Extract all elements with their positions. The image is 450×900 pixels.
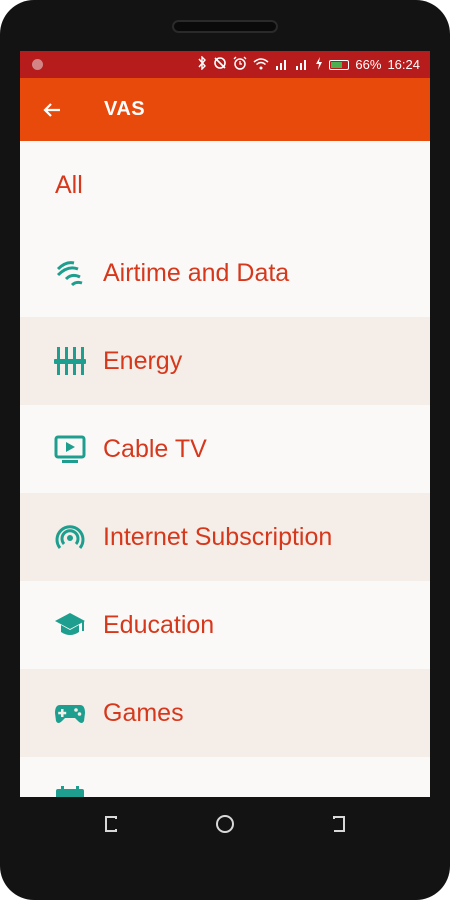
bluetooth-icon — [197, 55, 207, 74]
alarm-icon — [233, 56, 247, 74]
list-item-label: Games — [103, 699, 184, 727]
list-item-cable-tv[interactable]: Cable TV — [20, 405, 430, 493]
list-item-label: Cable TV — [103, 435, 207, 463]
list-item-label: All — [55, 171, 83, 199]
list-item-education[interactable]: Education — [20, 581, 430, 669]
home-button-icon[interactable] — [214, 813, 236, 835]
list-item-airtime-and-data[interactable]: Airtime and Data — [20, 229, 430, 317]
back-button-icon[interactable] — [327, 813, 349, 835]
list-item-energy[interactable]: Energy — [20, 317, 430, 405]
list-item-label: Airtime and Data — [103, 259, 290, 287]
tv-play-icon — [54, 433, 86, 465]
phone-frame: 66% 16:24 VAS All Airtime and Data Energ… — [0, 0, 450, 900]
category-list: All Airtime and Data Energy Cable TV Int… — [20, 141, 430, 797]
list-item-internet-subscription[interactable]: Internet Subscription — [20, 493, 430, 581]
notification-dot-icon — [32, 59, 43, 70]
status-bar: 66% 16:24 — [20, 51, 430, 78]
broadcast-icon — [54, 521, 86, 553]
list-item-games[interactable]: Games — [20, 669, 430, 757]
list-item-partial[interactable] — [20, 757, 430, 797]
arrow-left-icon[interactable] — [40, 98, 64, 122]
charging-icon — [315, 56, 323, 74]
battery-icon — [329, 60, 350, 70]
navigation-bar — [0, 797, 450, 900]
signal-waves-icon — [54, 257, 86, 289]
page-title: VAS — [104, 98, 146, 120]
signal-icon — [295, 57, 309, 74]
list-item-label: Internet Subscription — [103, 523, 333, 551]
app-bar: VAS — [20, 78, 430, 141]
battery-percent: 66% — [355, 57, 382, 72]
list-item-label: Education — [103, 611, 215, 639]
status-icons: 66% 16:24 — [197, 55, 420, 74]
status-time: 16:24 — [387, 57, 420, 72]
list-item-label: Energy — [103, 347, 183, 375]
screen: 66% 16:24 VAS All Airtime and Data Energ… — [20, 51, 430, 797]
signal-icon — [275, 57, 289, 74]
equalizer-icon — [54, 345, 86, 377]
graduation-cap-icon — [54, 609, 86, 641]
sync-icon — [213, 56, 227, 74]
gamepad-icon — [54, 697, 86, 729]
battery-level — [331, 62, 343, 68]
speaker-grille — [172, 20, 278, 33]
wifi-icon — [253, 57, 269, 74]
recents-button-icon[interactable] — [101, 813, 123, 835]
calendar-icon — [54, 785, 86, 797]
list-item-all[interactable]: All — [20, 141, 430, 229]
